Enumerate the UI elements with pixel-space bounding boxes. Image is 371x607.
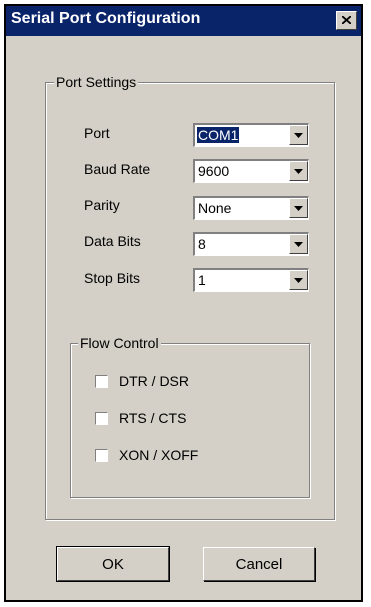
baud-rate-value: 9600: [198, 163, 230, 179]
parity-label: Parity: [84, 197, 120, 213]
flow-control-group: Flow Control DTR / DSR RTS / CTS XON / X…: [70, 335, 310, 498]
close-button[interactable]: [336, 11, 357, 30]
parity-select[interactable]: None: [193, 196, 309, 220]
chevron-down-icon: [294, 242, 303, 247]
cancel-button[interactable]: Cancel: [203, 547, 315, 581]
stop-bits-value: 1: [198, 272, 206, 288]
baud-rate-dropdown-button[interactable]: [289, 161, 308, 181]
stop-bits-select[interactable]: 1: [193, 268, 309, 292]
baud-rate-label: Baud Rate: [84, 161, 151, 177]
port-value: COM1: [197, 127, 240, 143]
close-icon: [342, 16, 351, 24]
baud-rate-select[interactable]: 9600: [193, 159, 309, 183]
chevron-down-icon: [294, 169, 303, 174]
flow-control-legend: Flow Control: [78, 335, 161, 351]
port-settings-group: Port Settings Port COM1 Baud Rate 9600 P…: [45, 74, 335, 520]
port-select[interactable]: COM1: [193, 123, 309, 147]
xon-xoff-checkbox[interactable]: [95, 449, 108, 462]
dtr-dsr-label: DTR / DSR: [119, 373, 189, 389]
chevron-down-icon: [294, 278, 303, 283]
ok-button[interactable]: OK: [56, 546, 170, 582]
chevron-down-icon: [294, 133, 303, 138]
parity-value: None: [198, 200, 232, 216]
serial-port-dialog: Serial Port Configuration Port Settings …: [4, 4, 363, 602]
rts-cts-label: RTS / CTS: [119, 410, 187, 426]
rts-cts-checkbox[interactable]: [95, 412, 108, 425]
data-bits-label: Data Bits: [84, 233, 141, 249]
xon-xoff-label: XON / XOFF: [119, 447, 199, 463]
data-bits-dropdown-button[interactable]: [289, 234, 308, 254]
title-bar[interactable]: Serial Port Configuration: [6, 6, 361, 36]
chevron-down-icon: [294, 206, 303, 211]
port-label: Port: [84, 125, 110, 141]
stop-bits-dropdown-button[interactable]: [289, 270, 308, 290]
stop-bits-label: Stop Bits: [84, 270, 141, 286]
dtr-dsr-checkbox[interactable]: [95, 375, 108, 388]
port-dropdown-button[interactable]: [289, 125, 308, 145]
data-bits-select[interactable]: 8: [193, 232, 309, 256]
port-settings-legend: Port Settings: [54, 74, 139, 90]
data-bits-value: 8: [198, 236, 206, 252]
parity-dropdown-button[interactable]: [289, 198, 308, 218]
window-title: Serial Port Configuration: [11, 10, 201, 27]
